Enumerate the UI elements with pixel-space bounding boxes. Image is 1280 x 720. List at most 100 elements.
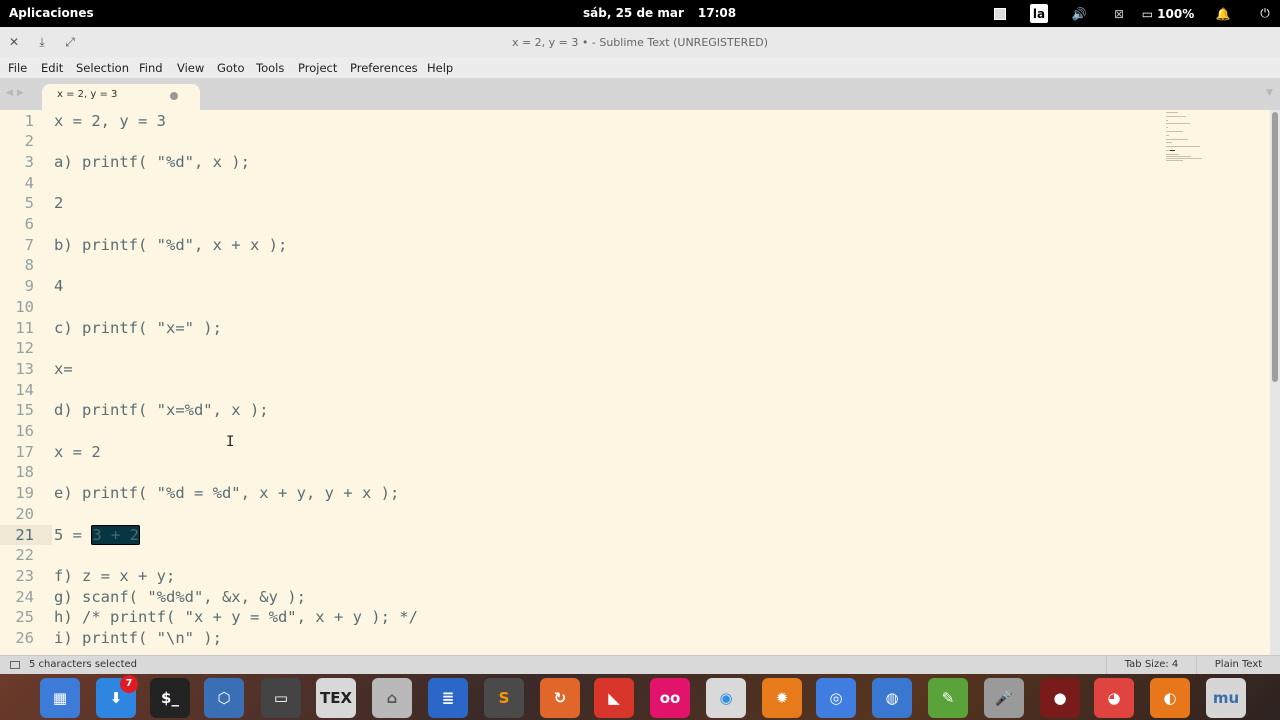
line-number: 25 — [15, 608, 34, 627]
code-text: 4 — [54, 277, 64, 296]
line-number: 16 — [15, 422, 34, 440]
vertical-scrollbar[interactable] — [1270, 110, 1280, 655]
line-number: 22 — [15, 546, 34, 565]
code-line[interactable]: h) /* printf( "x + y = %d", x + y ); */ — [54, 607, 418, 628]
line-number: 21 — [15, 525, 34, 544]
battery-icon: ▭ — [1141, 6, 1154, 21]
code-line[interactable]: x = 2 — [54, 442, 101, 463]
menu-project[interactable]: Project — [298, 61, 337, 75]
unsaved-dot-icon[interactable] — [170, 92, 178, 100]
code-line[interactable]: x = 2, y = 3 — [54, 111, 166, 132]
network-icon[interactable]: ⊠ — [1110, 4, 1128, 23]
minimap-line — [1166, 123, 1190, 125]
downloads-icon[interactable]: ⬇ 7 — [96, 675, 138, 718]
code-line[interactable]: b) printf( "%d", x + x ); — [54, 235, 287, 256]
status-bar: 5 characters selected Tab Size: 4 Plain … — [0, 655, 1280, 674]
window-square-icon[interactable] — [992, 4, 1008, 23]
code-line[interactable]: c) printf( "x=" ); — [54, 318, 222, 339]
virtualbox-icon[interactable]: ⬡ — [204, 678, 244, 718]
toggle-icon[interactable]: ◉ — [706, 678, 746, 718]
menu-preferences[interactable]: Preferences — [350, 61, 418, 75]
tab-size-button[interactable]: Tab Size: 4 — [1106, 656, 1196, 674]
line-number: 2 — [24, 132, 34, 151]
keyboard-layout-indicator[interactable]: la — [1030, 4, 1048, 23]
line-number: 9 — [24, 277, 34, 296]
line-number: 19 — [15, 484, 34, 503]
window-title: x = 2, y = 3 • - Sublime Text (UNREGISTE… — [511, 36, 769, 49]
sublime-icon[interactable]: S — [484, 678, 524, 718]
workspaces-icon[interactable]: ▦ — [40, 678, 80, 718]
menu-file[interactable]: File — [8, 61, 27, 75]
bell-icon[interactable]: 🔔 — [1214, 4, 1232, 23]
code-line[interactable]: d) printf( "x=%d", x ); — [54, 400, 269, 421]
chrome-icon[interactable]: ◕ — [1094, 678, 1134, 718]
code-line[interactable]: e) printf( "%d = %d", x + y, y + x ); — [54, 483, 399, 504]
pdf-icon[interactable]: ◣ — [594, 678, 634, 718]
code-line[interactable]: 5 = 3 + 2 — [54, 524, 140, 546]
line-number: 15 — [15, 401, 34, 420]
rec-icon[interactable]: ● — [1040, 678, 1080, 718]
minimap-line — [1166, 112, 1178, 113]
dock: ▦ ⬇ 7 $_ ⬡ ▭ TEX ⌂ ≣ S ↻ ◣ oo ◉ ✹ ◎ ◍ ✎ 🎤 ● ◕ ◐ mu — [0, 674, 1280, 720]
menu-find[interactable]: Find — [139, 61, 163, 75]
editor-area[interactable]: 1 2 3 4 5 6 7 8 9 10 11 12 13 14 15 16 17 18 19 20 21 22 23 24 2… — [0, 110, 1270, 655]
volume-icon[interactable]: 🔊 — [1068, 4, 1090, 23]
panel-toggle-icon[interactable] — [10, 661, 20, 669]
minimap-line — [1166, 142, 1172, 144]
tab-nav-left-icon[interactable]: ◀▶ — [6, 88, 28, 98]
power-icon[interactable]: ⏻ — [1256, 4, 1274, 23]
files-icon[interactable]: ⌂ — [372, 678, 412, 718]
code-line[interactable]: g) scanf( "%d%d", &x, &y ); — [54, 587, 306, 608]
menu-help[interactable]: Help — [427, 61, 453, 75]
system-top-bar: Aplicaciones sáb, 25 de mar 17:08 la 🔊 ⊠ … — [0, 0, 1280, 27]
tab-file[interactable]: x = 2, y = 3 — [42, 84, 200, 110]
code-text: a) printf( "%d", x ); — [54, 152, 250, 171]
applications-menu[interactable]: Aplicaciones — [9, 6, 94, 20]
code-line[interactable]: 2 — [54, 193, 63, 214]
flickr-icon[interactable]: oo — [650, 678, 690, 718]
screencast-icon[interactable]: ▭ — [261, 678, 301, 718]
syntax-button[interactable]: Plain Text — [1196, 656, 1280, 674]
line-number: 3 — [24, 152, 34, 171]
scrollbar-thumb[interactable] — [1272, 112, 1278, 382]
code-text: x = 2, y = 3 — [54, 111, 166, 130]
window-title-bar: ✕ ⤓ ⤢ x = 2, y = 3 • - Sublime Text (UNR… — [0, 27, 1280, 57]
code-line[interactable]: 4 — [54, 276, 63, 297]
tab-nav-right-icon[interactable]: ▼ — [1266, 88, 1273, 98]
burst-icon[interactable]: ✹ — [762, 678, 802, 718]
menu-tools[interactable]: Tools — [256, 61, 284, 75]
minimap-line — [1166, 159, 1184, 161]
menu-selection[interactable]: Selection — [76, 61, 129, 75]
selected-text[interactable]: 3 + 2 — [91, 524, 140, 545]
minimap-line — [1166, 157, 1203, 159]
menu-view[interactable]: View — [177, 61, 204, 75]
globe-icon[interactable]: ◍ — [872, 678, 912, 718]
terminal-icon[interactable]: $_ — [150, 678, 190, 718]
code-line[interactable]: f) z = x + y; — [54, 566, 175, 587]
code-line[interactable]: a) printf( "%d", x ); — [54, 152, 250, 173]
menu-bar: File Edit Selection Find View Goto Tools… — [0, 57, 1280, 79]
code-line[interactable]: i) printf( "\n" ); — [54, 628, 222, 649]
microphone-icon[interactable]: 🎤 — [984, 678, 1024, 718]
line-number: 4 — [24, 173, 34, 192]
sync-icon[interactable]: ↻ — [540, 678, 580, 718]
editor-icon[interactable]: ✎ — [928, 678, 968, 718]
line-number: 13 — [15, 359, 34, 378]
code-text: e) printf( "%d = %d", x + y, y + x ); — [54, 484, 400, 503]
writer-icon[interactable]: ≣ — [428, 678, 468, 718]
line-number: 1 — [24, 111, 34, 130]
minimap-selection — [1170, 150, 1175, 151]
chromium-icon[interactable]: ◎ — [816, 678, 856, 718]
menu-goto[interactable]: Goto — [217, 61, 245, 75]
line-number: 24 — [15, 587, 34, 606]
battery-indicator[interactable]: ▭ 100% — [1142, 4, 1194, 23]
minimap[interactable] — [1166, 110, 1216, 170]
date-time[interactable]: sáb, 25 de mar 17:08 — [583, 6, 750, 20]
firefox-icon[interactable]: ◐ — [1150, 678, 1190, 718]
code-line[interactable]: x= — [54, 359, 73, 380]
battery-percent: 100% — [1157, 6, 1195, 21]
menu-edit[interactable]: Edit — [41, 61, 63, 75]
tex-icon[interactable]: TEX — [316, 678, 356, 718]
downloads-badge: 7 — [120, 675, 138, 693]
mu-icon[interactable]: mu — [1206, 678, 1246, 718]
